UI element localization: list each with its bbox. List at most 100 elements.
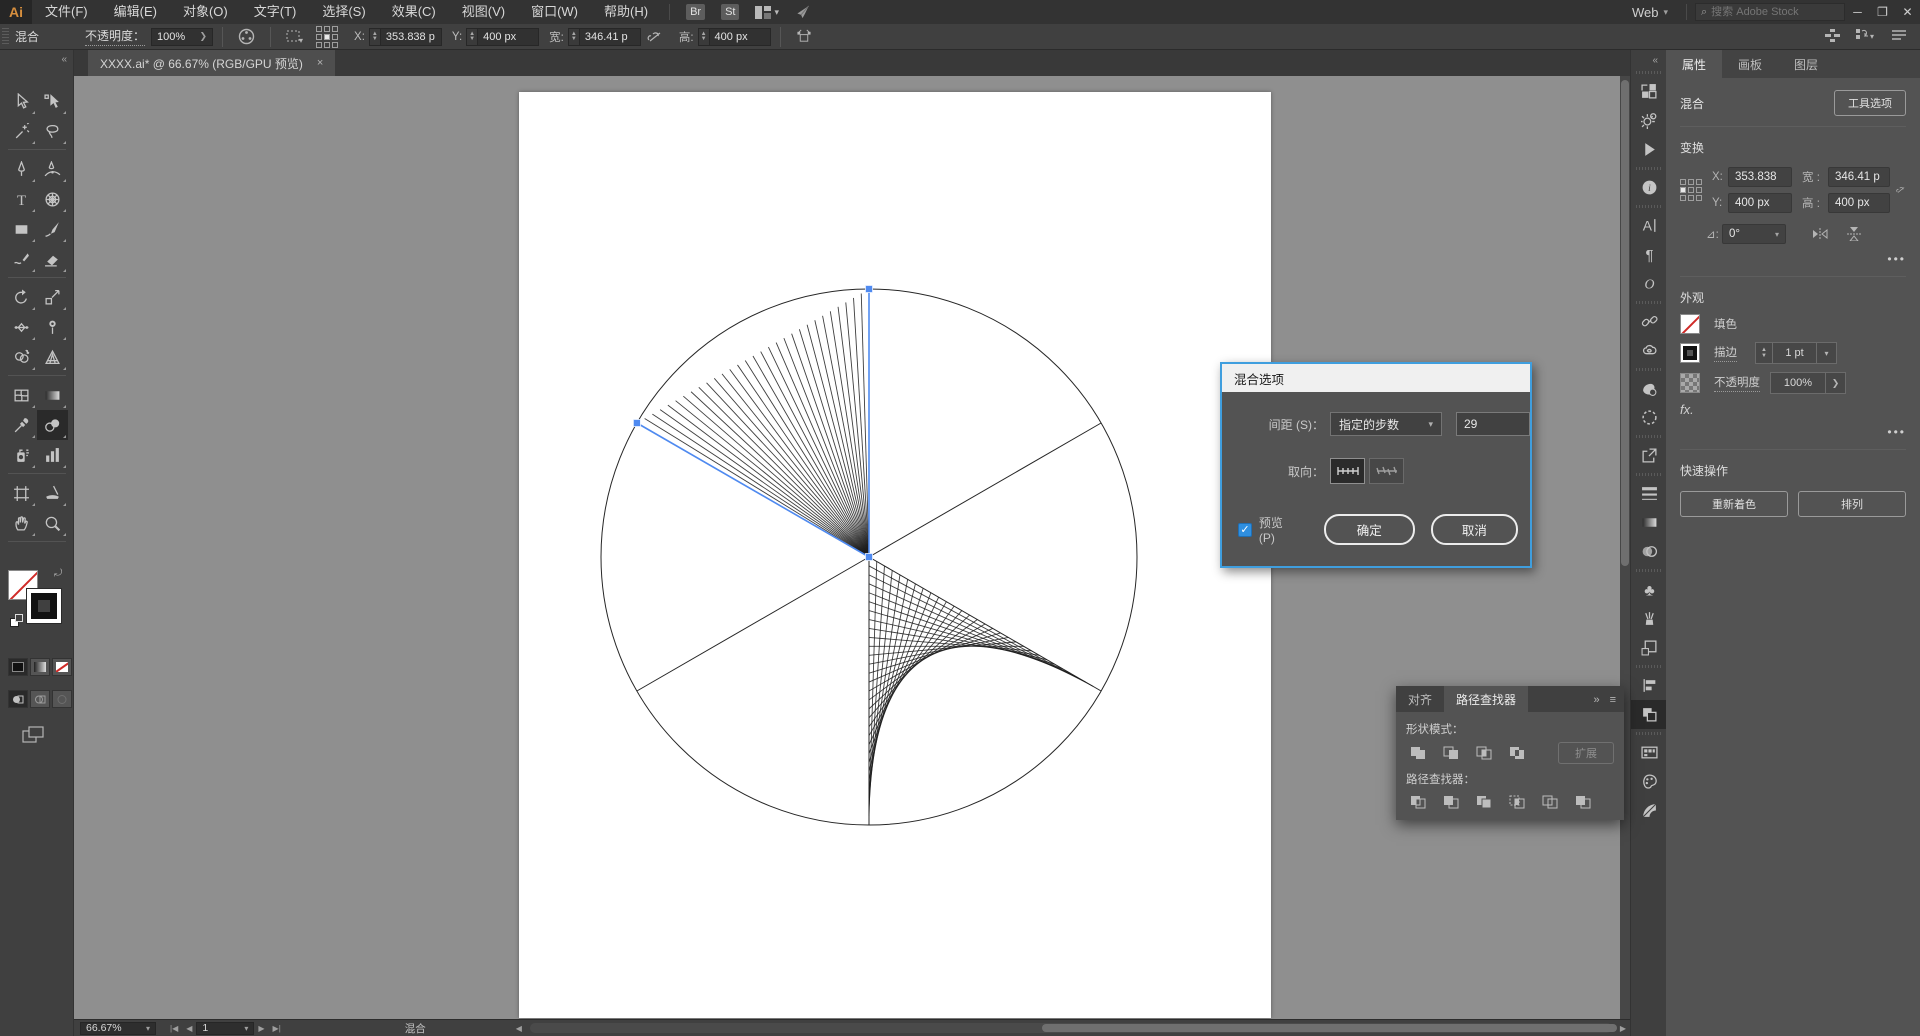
dock-drag-handle[interactable] <box>1636 366 1661 373</box>
menu-item-2[interactable]: 对象(O) <box>170 0 241 24</box>
selection-tool[interactable] <box>6 86 37 116</box>
pathfinder-crop-button[interactable] <box>1505 792 1529 812</box>
horizontal-scrollbar-thumb[interactable] <box>1041 1024 1617 1032</box>
width-tool[interactable] <box>6 312 37 342</box>
tab-artboards[interactable]: 画板 <box>1722 50 1778 78</box>
slice-tool[interactable] <box>37 478 68 508</box>
arrange-documents-button[interactable]: ▾ <box>755 5 779 19</box>
menu-list-icon[interactable] <box>1892 29 1906 44</box>
stroke-color-swatch[interactable] <box>1680 343 1700 363</box>
dock-drag-handle[interactable] <box>1636 730 1661 737</box>
transform-icon[interactable] <box>796 29 812 44</box>
height-field[interactable]: 400 px <box>708 27 771 46</box>
links-panel-icon[interactable] <box>1631 307 1667 336</box>
recolor-button[interactable]: 重新着色 <box>1680 491 1788 517</box>
none-mode-button[interactable] <box>52 658 72 676</box>
last-artboard-button[interactable]: ▶| <box>273 1024 281 1033</box>
eraser-tool[interactable] <box>37 244 68 274</box>
color-mode-button[interactable] <box>8 658 28 676</box>
rotate-tool[interactable] <box>6 282 37 312</box>
color-panel-icon[interactable] <box>1631 767 1667 796</box>
close-tab-icon[interactable]: × <box>317 57 323 69</box>
pathfinder-merge-button[interactable] <box>1472 792 1496 812</box>
tab-align[interactable]: 对齐 <box>1396 686 1444 712</box>
opacity-swatch[interactable] <box>1680 373 1700 393</box>
pathfinder-divide-button[interactable] <box>1406 792 1430 812</box>
stroke-panel-icon[interactable] <box>1631 479 1667 508</box>
rotation-angle-dropdown[interactable]: 0° ▾ <box>1722 224 1786 244</box>
dock-drag-handle[interactable] <box>1636 663 1661 670</box>
stock-button[interactable]: St <box>721 4 740 20</box>
window-minimize-button[interactable]: ─ <box>1845 0 1870 24</box>
cancel-button[interactable]: 取消 <box>1430 514 1518 545</box>
document-arrangement-icon[interactable] <box>1825 28 1840 45</box>
paintbrush-tool[interactable] <box>37 214 68 244</box>
image-trace-panel-icon[interactable] <box>1631 374 1667 403</box>
eyedropper-tool[interactable] <box>6 410 37 440</box>
shape-builder-tool[interactable] <box>6 342 37 372</box>
collapse-toolbar-button[interactable]: « <box>61 54 67 65</box>
width-field[interactable]: 346.41 p <box>578 27 641 46</box>
menu-item-7[interactable]: 窗口(W) <box>518 0 591 24</box>
export-panel-icon[interactable] <box>1631 441 1667 470</box>
gradient-tool[interactable] <box>37 380 68 410</box>
fx-effects-button[interactable]: fx. <box>1680 402 1694 417</box>
arrange-button[interactable]: 排列 <box>1798 491 1906 517</box>
menu-item-8[interactable]: 帮助(H) <box>591 0 661 24</box>
blend-options-dialog[interactable]: 混合选项 间距 (S)： 指定的步数 ▾ 取向： ✓ 预览 (P) 确定 取消 <box>1220 362 1532 568</box>
blend-tool[interactable] <box>37 410 68 440</box>
shape-mode-exclude-button[interactable] <box>1505 743 1529 763</box>
y-field[interactable]: 400 px <box>1728 193 1792 213</box>
lasso-tool[interactable] <box>37 116 68 146</box>
tab-pathfinder[interactable]: 路径查找器 <box>1444 686 1529 712</box>
symbols-panel-icon[interactable]: ♣ <box>1631 575 1667 604</box>
opacity-link[interactable]: 不透明度： <box>85 27 146 46</box>
opacity-value-field[interactable]: 100% <box>1770 372 1826 394</box>
more-options-button[interactable]: ••• <box>1680 425 1906 439</box>
width-stepper[interactable]: ▲ ▼ <box>567 27 579 46</box>
draw-normal-button[interactable] <box>8 690 28 708</box>
magic-selection-panel-icon[interactable] <box>1631 403 1667 432</box>
scroll-right-arrow[interactable]: ▶ <box>1620 1024 1626 1033</box>
menu-item-5[interactable]: 效果(C) <box>379 0 449 24</box>
actions-play-panel-icon[interactable] <box>1631 135 1667 164</box>
pathfinder-panel-icon[interactable] <box>1631 700 1667 729</box>
height-stepper[interactable]: ▲ ▼ <box>697 27 709 46</box>
panel-overflow-icon[interactable]: » <box>1593 694 1599 706</box>
opacity-field[interactable]: 100% ❯ <box>151 27 214 46</box>
info-panel-icon[interactable]: i <box>1631 173 1667 202</box>
column-graph-tool[interactable] <box>37 440 68 470</box>
color-guide-panel-icon[interactable] <box>1631 796 1667 825</box>
horizontal-scrollbar[interactable] <box>529 1023 1617 1033</box>
vertical-scrollbar[interactable] <box>1620 76 1630 1019</box>
automation-panel-icon[interactable] <box>1631 106 1667 135</box>
steps-input[interactable] <box>1456 412 1530 436</box>
first-artboard-button[interactable]: |◀ <box>170 1024 178 1033</box>
expand-panels-button[interactable]: « <box>1631 50 1666 68</box>
polar-grid-tool[interactable] <box>37 184 68 214</box>
draw-behind-button[interactable] <box>30 690 50 708</box>
dock-drag-handle[interactable] <box>1636 203 1661 210</box>
dock-drag-handle[interactable] <box>1636 471 1661 478</box>
tool-options-button[interactable]: 工具选项 <box>1834 90 1906 116</box>
reference-point-icon[interactable] <box>1680 179 1702 201</box>
opentype-panel-icon[interactable]: O <box>1631 269 1667 298</box>
scroll-left-arrow[interactable]: ◀ <box>516 1024 522 1033</box>
bounding-box-preset-icon[interactable]: ▾ <box>286 30 304 44</box>
perspective-grid-tool[interactable] <box>37 342 68 372</box>
character-panel-icon[interactable]: A <box>1631 211 1667 240</box>
dock-drag-handle[interactable] <box>1636 165 1661 172</box>
reference-point-icon[interactable] <box>316 25 339 48</box>
dialog-title-bar[interactable]: 混合选项 <box>1222 364 1530 392</box>
width-field[interactable]: 346.41 p <box>1828 167 1890 187</box>
link-dimensions-icon[interactable] <box>1896 182 1906 198</box>
zoom-tool[interactable] <box>37 508 68 538</box>
paragraph-panel-icon[interactable]: ¶ <box>1631 240 1667 269</box>
swatches-panel-icon[interactable] <box>1631 738 1667 767</box>
more-options-button[interactable]: ••• <box>1680 252 1906 266</box>
scale-tool[interactable] <box>37 282 68 312</box>
dock-drag-handle[interactable] <box>1636 299 1661 306</box>
x-field[interactable]: 353.838 p <box>379 27 442 46</box>
pen-tool[interactable] <box>6 154 37 184</box>
menu-item-3[interactable]: 文字(T) <box>241 0 310 24</box>
